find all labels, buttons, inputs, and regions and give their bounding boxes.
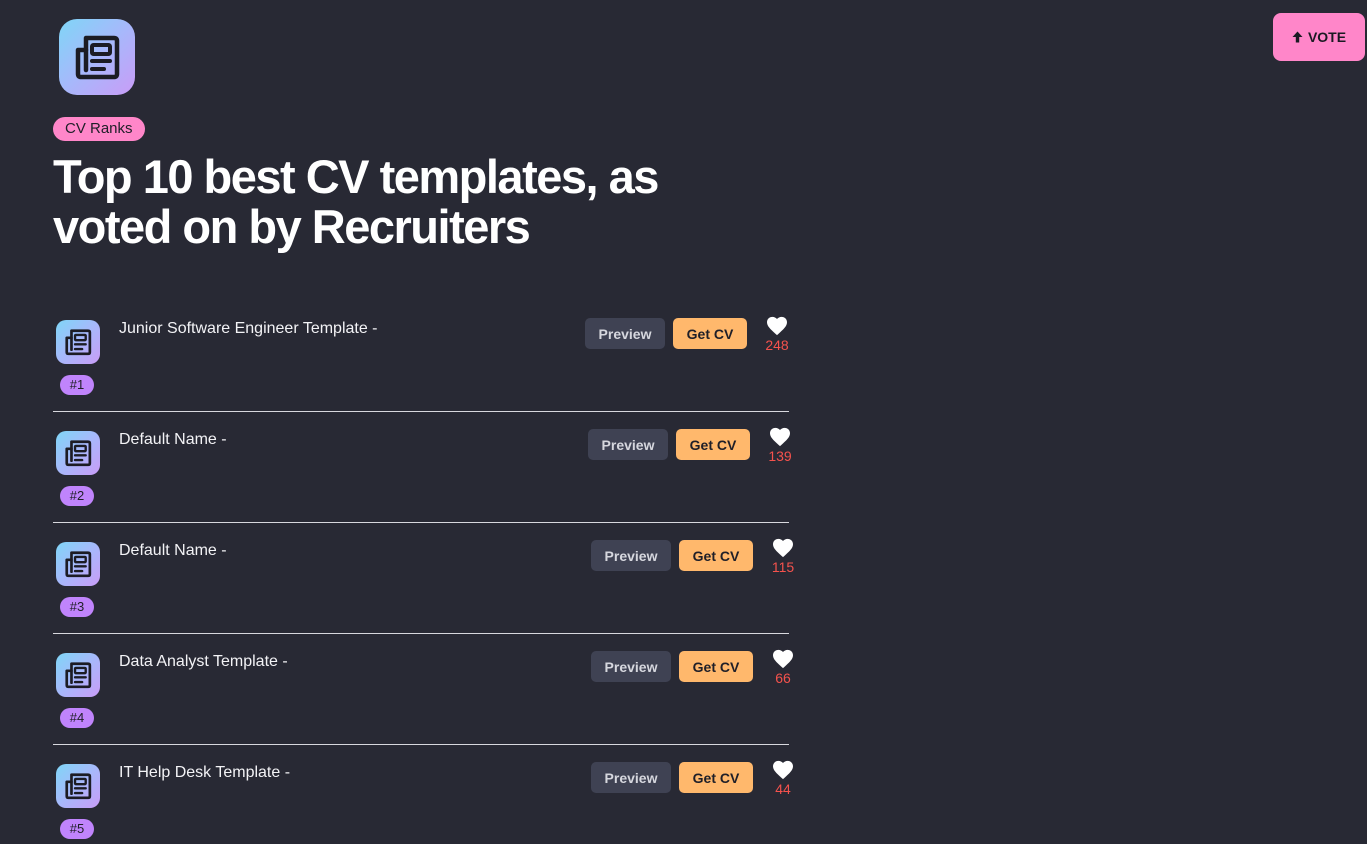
template-thumbnail[interactable] [56, 431, 100, 475]
preview-button[interactable]: Preview [591, 540, 671, 571]
get-cv-button[interactable]: Get CV [679, 540, 753, 571]
heart-icon [773, 760, 793, 780]
newspaper-icon [65, 662, 92, 689]
like-count: 139 [768, 448, 792, 464]
template-thumbnail[interactable] [56, 542, 100, 586]
vote-label: VOTE [1307, 29, 1347, 45]
row-actions: Preview Get CV 66 [591, 649, 799, 686]
row-actions: Preview Get CV 139 [588, 427, 796, 464]
like-control[interactable]: 248 [761, 316, 793, 353]
newspaper-icon [65, 551, 92, 578]
template-name[interactable]: Default Name - [119, 542, 227, 560]
template-name[interactable]: Data Analyst Template - [119, 653, 288, 671]
template-thumbnail[interactable] [56, 764, 100, 808]
like-control[interactable]: 139 [764, 427, 796, 464]
rank-badge: #1 [60, 375, 94, 395]
template-thumbnail[interactable] [56, 653, 100, 697]
get-cv-button[interactable]: Get CV [673, 318, 747, 349]
like-control[interactable]: 44 [767, 760, 799, 797]
list-item: #3 Default Name - Preview Get CV 115 [53, 523, 794, 634]
list-item: #5 IT Help Desk Template - Preview Get C… [53, 745, 793, 844]
template-thumbnail[interactable] [56, 320, 100, 364]
preview-button[interactable]: Preview [591, 651, 671, 682]
heart-icon [770, 427, 790, 447]
list-item: #1 Junior Software Engineer Template - P… [53, 301, 789, 412]
row-actions: Preview Get CV 44 [591, 760, 799, 797]
get-cv-button[interactable]: Get CV [679, 762, 753, 793]
get-cv-button[interactable]: Get CV [679, 651, 753, 682]
rank-badge: #2 [60, 486, 94, 506]
get-cv-button[interactable]: Get CV [676, 429, 750, 460]
like-count: 115 [771, 559, 795, 575]
rank-badge: #4 [60, 708, 94, 728]
template-list: #1 Junior Software Engineer Template - P… [53, 301, 794, 844]
newspaper-icon [75, 35, 120, 80]
app-logo[interactable] [59, 19, 135, 95]
like-control[interactable]: 115 [767, 538, 799, 575]
template-name[interactable]: IT Help Desk Template - [119, 764, 290, 782]
page: VOTE CV Ranks Top 10 best CV templates, … [0, 0, 1367, 844]
list-item: #4 Data Analyst Template - Preview Get C… [53, 634, 793, 745]
list-item: #2 Default Name - Preview Get CV 139 [53, 412, 792, 523]
like-control[interactable]: 66 [767, 649, 799, 686]
rank-badge: #5 [60, 819, 94, 839]
row-actions: Preview Get CV 248 [585, 316, 793, 353]
vote-button[interactable]: VOTE [1273, 13, 1365, 61]
newspaper-icon [65, 440, 92, 467]
preview-button[interactable]: Preview [588, 429, 668, 460]
page-title: Top 10 best CV templates, as voted on by… [53, 150, 659, 253]
category-tag[interactable]: CV Ranks [53, 117, 145, 141]
like-count: 248 [765, 337, 789, 353]
row-actions: Preview Get CV 115 [591, 538, 799, 575]
heart-icon [773, 538, 793, 558]
like-count: 44 [775, 781, 791, 797]
template-name[interactable]: Default Name - [119, 431, 227, 449]
template-name[interactable]: Junior Software Engineer Template - [119, 320, 378, 338]
newspaper-icon [65, 773, 92, 800]
heart-icon [773, 649, 793, 669]
rank-badge: #3 [60, 597, 94, 617]
preview-button[interactable]: Preview [591, 762, 671, 793]
arrow-up-icon [1292, 31, 1303, 43]
newspaper-icon [65, 329, 92, 356]
like-count: 66 [775, 670, 791, 686]
preview-button[interactable]: Preview [585, 318, 665, 349]
heart-icon [767, 316, 787, 336]
